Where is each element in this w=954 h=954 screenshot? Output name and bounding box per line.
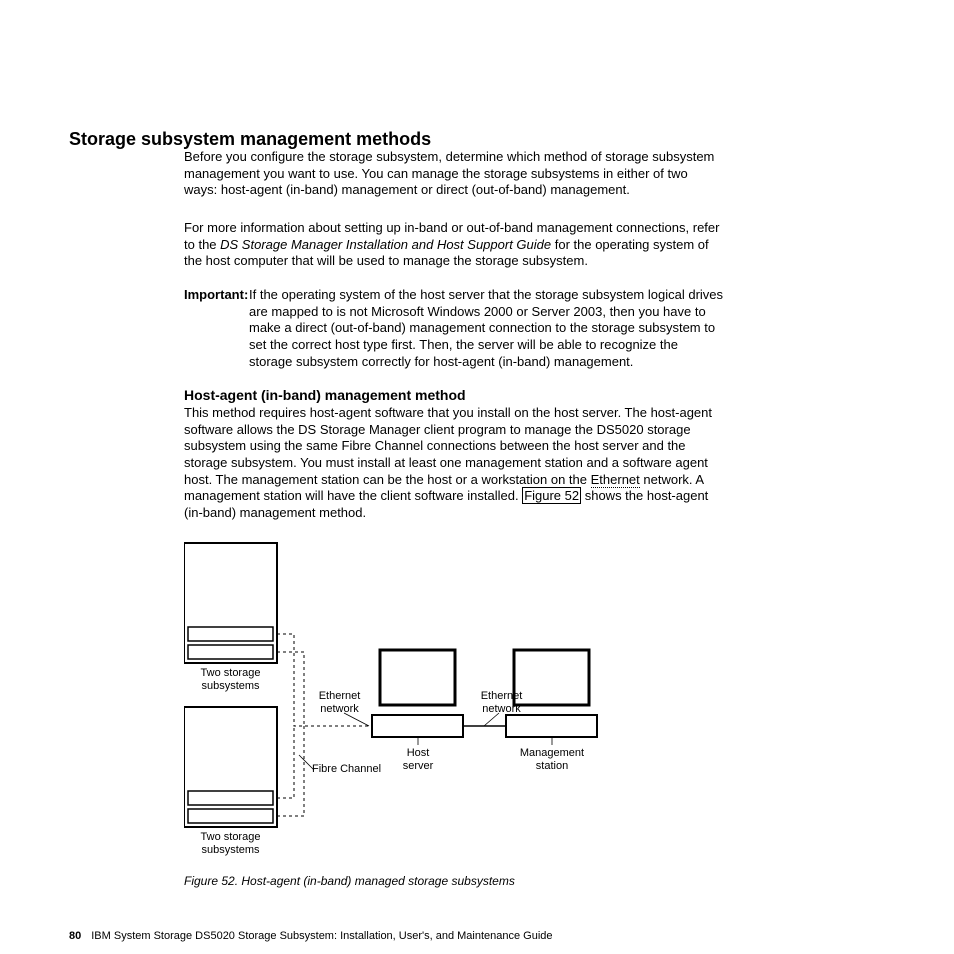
- subsection-heading: Host-agent (in-band) management method: [184, 387, 466, 405]
- figure-52-diagram: Two storagesubsystems Two storagesubsyst…: [184, 535, 724, 855]
- label-host-server: Hostserver: [389, 747, 447, 772]
- guide-title: DS Storage Manager Installation and Host…: [220, 237, 551, 252]
- important-note: Important: If the operating system of th…: [184, 287, 724, 370]
- page-number: 80: [69, 930, 81, 942]
- figure-reference-link[interactable]: Figure 52: [522, 487, 581, 504]
- important-label: Important:: [184, 287, 249, 304]
- host-server-icon: [372, 650, 463, 737]
- storage-top-group: [184, 543, 277, 663]
- label-ethernet-left: Ethernetnetwork: [312, 690, 367, 715]
- ethernet-term: Ethernet: [591, 472, 640, 488]
- important-body: If the operating system of the host serv…: [249, 287, 724, 370]
- label-fibre-channel: Fibre Channel: [312, 763, 392, 776]
- label-storage-bottom: Two storagesubsystems: [184, 831, 277, 856]
- section-heading: Storage subsystem management methods: [69, 128, 431, 151]
- page-footer: 80 IBM System Storage DS5020 Storage Subs…: [69, 929, 553, 943]
- storage-bottom-group: [184, 707, 277, 827]
- fibre-channel-lines: [277, 634, 372, 816]
- more-info-paragraph: For more information about setting up in…: [184, 220, 724, 270]
- label-management-station: Managementstation: [514, 747, 590, 772]
- intro-paragraph: Before you configure the storage subsyst…: [184, 149, 724, 199]
- method-paragraph: This method requires host-agent software…: [184, 405, 724, 521]
- figure-caption: Figure 52. Host-agent (in-band) managed …: [184, 874, 515, 889]
- footer-title: IBM System Storage DS5020 Storage Subsys…: [91, 930, 552, 942]
- label-ethernet-right: Ethernetnetwork: [474, 690, 529, 715]
- label-storage-top: Two storagesubsystems: [184, 667, 277, 692]
